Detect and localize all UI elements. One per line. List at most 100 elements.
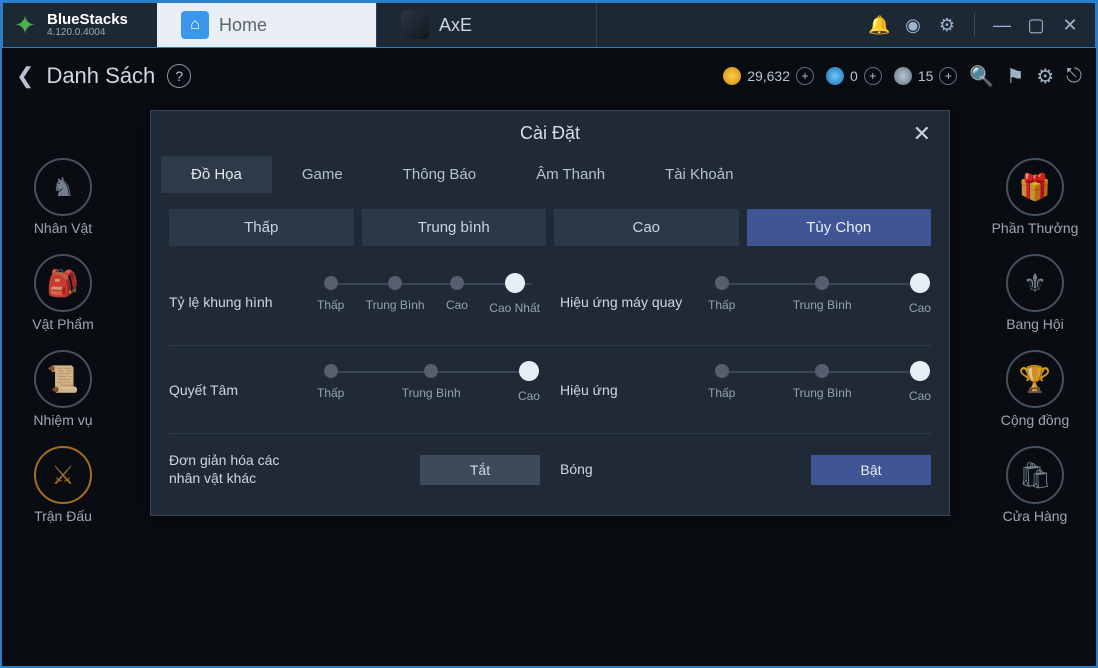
currency-gem[interactable]: 0 + xyxy=(826,67,882,85)
sidebar-item-reward[interactable]: 🎁 Phần Thưởng xyxy=(990,158,1080,236)
sidebar-label: Cửa Hàng xyxy=(990,508,1080,524)
sidebar-item-inventory[interactable]: 🎒 Vật Phẩm xyxy=(18,254,108,332)
setting-label: Quyết Tâm xyxy=(169,382,309,400)
tab-notification[interactable]: Thông Báo xyxy=(373,156,506,193)
tab-sound[interactable]: Âm Thanh xyxy=(506,156,635,193)
scroll-icon: 📜 xyxy=(34,350,92,408)
bell-icon[interactable]: 🔔 xyxy=(868,15,890,36)
camera-fx-slider[interactable]: Thấp Trung Bình Cao xyxy=(708,276,931,329)
sidebar-label: Bang Hội xyxy=(990,316,1080,332)
sidebar-label: Cộng đồng xyxy=(990,412,1080,428)
sidebar-item-guild[interactable]: ⚜ Bang Hội xyxy=(990,254,1080,332)
add-gold-icon[interactable]: + xyxy=(796,67,814,85)
simplify-toggle[interactable]: Tắt xyxy=(420,455,540,485)
settings-rows: Tỷ lệ khung hình Thấp Trung Bình Cao Cao… xyxy=(151,254,949,507)
sidebar-item-character[interactable]: ♞ Nhân Vật xyxy=(18,158,108,236)
sidebar-item-battle[interactable]: ⚔ Trận Đấu xyxy=(18,446,108,524)
account-icon[interactable]: ◉ xyxy=(902,15,924,36)
titlebar-divider xyxy=(974,13,975,37)
setting-determination: Quyết Tâm Thấp Trung Bình Cao xyxy=(169,364,540,417)
preset-low[interactable]: Thấp xyxy=(169,209,354,246)
modal-tabs: Đồ Họa Game Thông Báo Âm Thanh Tài Khoản xyxy=(151,156,949,193)
home-icon: ⌂ xyxy=(181,11,209,39)
preset-medium[interactable]: Trung bình xyxy=(362,209,547,246)
bluestacks-version: 4.120.0.4004 xyxy=(47,27,137,38)
help-icon[interactable]: ? xyxy=(167,64,191,88)
setting-effects: Hiệu ứng Thấp Trung Bình Cao xyxy=(560,364,931,417)
bluestacks-name: BlueStacks xyxy=(47,12,137,27)
sidebar-item-quest[interactable]: 📜 Nhiệm vụ xyxy=(18,350,108,428)
game-topbar: ❮ Danh Sách ? 29,632 + 0 + 15 + 🔍 ⚑ ⚙ ⎋ xyxy=(2,48,1096,104)
titlebar-actions: 🔔 ◉ ⚙ — ▢ ✕ xyxy=(854,13,1095,37)
podium-icon: 🏆 xyxy=(1006,350,1064,408)
frame-rate-slider[interactable]: Thấp Trung Bình Cao Cao Nhất xyxy=(317,276,540,329)
sidebar-left: ♞ Nhân Vật 🎒 Vật Phẩm 📜 Nhiệm vụ ⚔ Trận … xyxy=(18,158,108,524)
exit-icon[interactable]: ⎋ xyxy=(1066,65,1082,88)
preset-high[interactable]: Cao xyxy=(554,209,739,246)
tab-axe-label: AxE xyxy=(439,15,472,36)
close-window-icon[interactable]: ✕ xyxy=(1059,15,1081,36)
search-icon[interactable]: 🔍 xyxy=(969,64,994,89)
game-surface: ❮ Danh Sách ? 29,632 + 0 + 15 + 🔍 ⚑ ⚙ ⎋ … xyxy=(2,48,1096,666)
diamond-amount: 15 xyxy=(918,68,934,84)
helmet-icon: ♞ xyxy=(34,158,92,216)
settings-row: Quyết Tâm Thấp Trung Bình Cao Hiệu ứng T… xyxy=(169,345,931,433)
tab-account[interactable]: Tài Khoản xyxy=(635,156,763,193)
tab-home[interactable]: ⌂ Home xyxy=(157,3,377,47)
setting-label: Hiệu ứng xyxy=(560,382,700,400)
modal-header: Cài Đặt ✕ xyxy=(151,111,949,156)
bluestacks-title: BlueStacks 4.120.0.4004 xyxy=(47,12,157,38)
currency-gold[interactable]: 29,632 + xyxy=(723,67,814,85)
gear-icon[interactable]: ⚙ xyxy=(936,15,958,36)
gem-amount: 0 xyxy=(850,68,858,84)
tab-home-label: Home xyxy=(219,15,267,36)
preset-custom[interactable]: Tùy Chọn xyxy=(747,209,932,246)
tab-graphics[interactable]: Đồ Họa xyxy=(161,156,272,193)
gem-icon xyxy=(826,67,844,85)
settings-gear-icon[interactable]: ⚙ xyxy=(1036,64,1054,89)
add-gem-icon[interactable]: + xyxy=(864,67,882,85)
close-modal-icon[interactable]: ✕ xyxy=(913,121,931,147)
shop-icon: 🛍 xyxy=(1006,446,1064,504)
tab-game[interactable]: Game xyxy=(272,156,373,193)
gold-coin-icon xyxy=(723,67,741,85)
guild-icon: ⚜ xyxy=(1006,254,1064,312)
determination-slider[interactable]: Thấp Trung Bình Cao xyxy=(317,364,540,417)
setting-frame-rate: Tỷ lệ khung hình Thấp Trung Bình Cao Cao… xyxy=(169,276,540,329)
modal-title: Cài Đặt xyxy=(520,123,580,143)
settings-row: Đơn giản hóa các nhân vật khác Tắt Bóng … xyxy=(169,433,931,503)
gold-amount: 29,632 xyxy=(747,68,790,84)
maximize-icon[interactable]: ▢ xyxy=(1025,15,1047,36)
shadow-toggle[interactable]: Bật xyxy=(811,455,931,485)
flag-icon[interactable]: ⚑ xyxy=(1006,64,1024,89)
setting-simplify-characters: Đơn giản hóa các nhân vật khác Tắt xyxy=(169,452,540,487)
backpack-icon: 🎒 xyxy=(34,254,92,312)
back-label[interactable]: Danh Sách xyxy=(46,63,155,89)
effects-slider[interactable]: Thấp Trung Bình Cao xyxy=(708,364,931,417)
minimize-icon[interactable]: — xyxy=(991,15,1013,36)
sidebar-label: Nhân Vật xyxy=(18,220,108,236)
window-tabs: ⌂ Home AxE xyxy=(157,3,854,47)
sidebar-label: Phần Thưởng xyxy=(990,220,1080,236)
setting-label: Đơn giản hóa các nhân vật khác xyxy=(169,452,309,487)
sidebar-item-community[interactable]: 🏆 Cộng đồng xyxy=(990,350,1080,428)
setting-label: Tỷ lệ khung hình xyxy=(169,294,309,312)
sidebar-right: 🎁 Phần Thưởng ⚜ Bang Hội 🏆 Cộng đồng 🛍 C… xyxy=(990,158,1080,524)
reward-icon: 🎁 xyxy=(1006,158,1064,216)
tab-axe[interactable]: AxE xyxy=(377,3,597,47)
sidebar-label: Trận Đấu xyxy=(18,508,108,524)
graphics-presets: Thấp Trung bình Cao Tùy Chọn xyxy=(151,193,949,254)
setting-label: Bóng xyxy=(560,461,700,479)
swords-icon: ⚔ xyxy=(34,446,92,504)
setting-camera-fx: Hiệu ứng máy quay Thấp Trung Bình Cao xyxy=(560,276,931,329)
bluestacks-logo-icon: ✦ xyxy=(3,10,47,41)
settings-row: Tỷ lệ khung hình Thấp Trung Bình Cao Cao… xyxy=(169,258,931,345)
back-chevron-icon[interactable]: ❮ xyxy=(16,63,34,89)
axe-app-icon xyxy=(401,11,429,39)
diamond-icon xyxy=(894,67,912,85)
currency-diamond[interactable]: 15 + xyxy=(894,67,958,85)
app-titlebar: ✦ BlueStacks 4.120.0.4004 ⌂ Home AxE 🔔 ◉… xyxy=(2,2,1096,48)
settings-modal: Cài Đặt ✕ Đồ Họa Game Thông Báo Âm Thanh… xyxy=(150,110,950,516)
add-diamond-icon[interactable]: + xyxy=(939,67,957,85)
sidebar-item-shop[interactable]: 🛍 Cửa Hàng xyxy=(990,446,1080,524)
